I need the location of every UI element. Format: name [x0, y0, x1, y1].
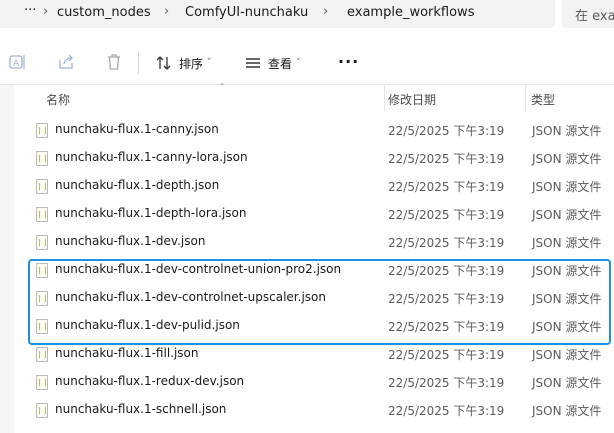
file-modified: 22/5/2025 下午3:19	[388, 236, 505, 250]
json-file-icon	[36, 207, 48, 222]
file-row[interactable]: nunchaku-flux.1-fill.json 22/5/2025 下午3:…	[30, 341, 614, 369]
navigation-pane[interactable]	[0, 85, 14, 433]
sort-ascending-icon: ˄	[220, 83, 225, 93]
file-name: nunchaku-flux.1-redux-dev.json	[55, 374, 245, 388]
column-divider[interactable]	[525, 85, 526, 111]
sort-button[interactable]: 排序 ˅	[155, 52, 212, 74]
file-modified: 22/5/2025 下午3:19	[388, 404, 505, 418]
json-file-icon	[36, 123, 48, 138]
scrollbar[interactable]	[604, 85, 614, 433]
json-file-icon	[36, 151, 48, 166]
file-type: JSON 源文件	[532, 180, 602, 194]
view-label: 查看	[268, 56, 293, 71]
file-name: nunchaku-flux.1-fill.json	[55, 346, 199, 360]
file-name: nunchaku-flux.1-canny.json	[55, 122, 219, 136]
chevron-right-icon: ›	[43, 4, 49, 19]
file-row[interactable]: nunchaku-flux.1-redux-dev.json 22/5/2025…	[30, 369, 614, 397]
file-type: JSON 源文件	[532, 236, 602, 250]
view-button[interactable]: 查看 ˅	[244, 52, 301, 74]
breadcrumb-item-comfyui-nunchaku[interactable]: ComfyUI-nunchaku	[185, 5, 308, 20]
breadcrumb[interactable]: ··· › custom_nodes › ComfyUI-nunchaku › …	[0, 0, 555, 28]
file-type: JSON 源文件	[532, 376, 602, 390]
highlight-box	[28, 259, 611, 345]
sort-icon	[156, 56, 171, 70]
sort-label: 排序	[179, 56, 204, 71]
file-row[interactable]: nunchaku-flux.1-schnell.json 22/5/2025 下…	[30, 397, 614, 425]
column-divider[interactable]	[384, 85, 385, 111]
file-name: nunchaku-flux.1-dev.json	[55, 234, 206, 248]
file-name: nunchaku-flux.1-depth.json	[55, 178, 220, 192]
breadcrumb-item-custom-nodes[interactable]: custom_nodes	[57, 5, 151, 20]
json-file-icon	[36, 179, 48, 194]
file-row[interactable]: nunchaku-flux.1-canny.json 22/5/2025 下午3…	[30, 117, 614, 145]
rename-icon[interactable]: A	[7, 52, 27, 72]
file-row[interactable]: nunchaku-flux.1-depth-lora.json 22/5/202…	[30, 201, 614, 229]
file-type: JSON 源文件	[532, 208, 602, 222]
file-type: JSON 源文件	[532, 348, 602, 362]
file-name: nunchaku-flux.1-schnell.json	[55, 402, 227, 416]
column-header-row: ˄ 名称 修改日期 类型	[14, 83, 614, 113]
delete-icon[interactable]	[104, 52, 124, 72]
file-modified: 22/5/2025 下午3:19	[388, 152, 505, 166]
toolbar-divider	[138, 52, 139, 74]
address-bar: ··· › custom_nodes › ComfyUI-nunchaku › …	[0, 0, 614, 28]
chevron-right-icon: ›	[323, 4, 329, 19]
column-header-modified[interactable]: 修改日期	[388, 91, 436, 108]
breadcrumb-item-example-workflows[interactable]: example_workflows	[347, 5, 474, 20]
file-modified: 22/5/2025 下午3:19	[388, 348, 505, 362]
chevron-right-icon: ›	[164, 4, 170, 19]
column-header-type[interactable]: 类型	[531, 91, 555, 108]
file-type: JSON 源文件	[532, 404, 602, 418]
json-file-icon	[36, 235, 48, 250]
view-icon	[246, 58, 260, 68]
breadcrumb-overflow-button[interactable]: ···	[24, 3, 36, 18]
file-modified: 22/5/2025 下午3:19	[388, 208, 505, 222]
chevron-down-icon: ˅	[207, 58, 212, 68]
file-name: nunchaku-flux.1-canny-lora.json	[55, 150, 248, 164]
svg-text:A: A	[13, 59, 20, 69]
json-file-icon	[36, 347, 48, 362]
file-row[interactable]: nunchaku-flux.1-depth.json 22/5/2025 下午3…	[30, 173, 614, 201]
file-type: JSON 源文件	[532, 152, 602, 166]
file-type: JSON 源文件	[532, 124, 602, 138]
file-modified: 22/5/2025 下午3:19	[388, 124, 505, 138]
chevron-down-icon: ˅	[296, 58, 301, 68]
command-bar: A 排序 ˅ 查看 ˅ ···	[0, 40, 614, 84]
json-file-icon	[36, 375, 48, 390]
column-header-name[interactable]: 名称	[46, 91, 70, 108]
share-icon[interactable]	[56, 52, 76, 72]
json-file-icon	[36, 403, 48, 418]
file-row[interactable]: nunchaku-flux.1-dev.json 22/5/2025 下午3:1…	[30, 229, 614, 257]
more-options-button[interactable]: ···	[338, 52, 359, 71]
search-placeholder: 在 exa	[575, 9, 614, 24]
file-modified: 22/5/2025 下午3:19	[388, 376, 505, 390]
file-row[interactable]: nunchaku-flux.1-canny-lora.json 22/5/202…	[30, 145, 614, 173]
search-input[interactable]: 在 exa	[562, 0, 614, 28]
file-name: nunchaku-flux.1-depth-lora.json	[55, 206, 247, 220]
file-modified: 22/5/2025 下午3:19	[388, 180, 505, 194]
